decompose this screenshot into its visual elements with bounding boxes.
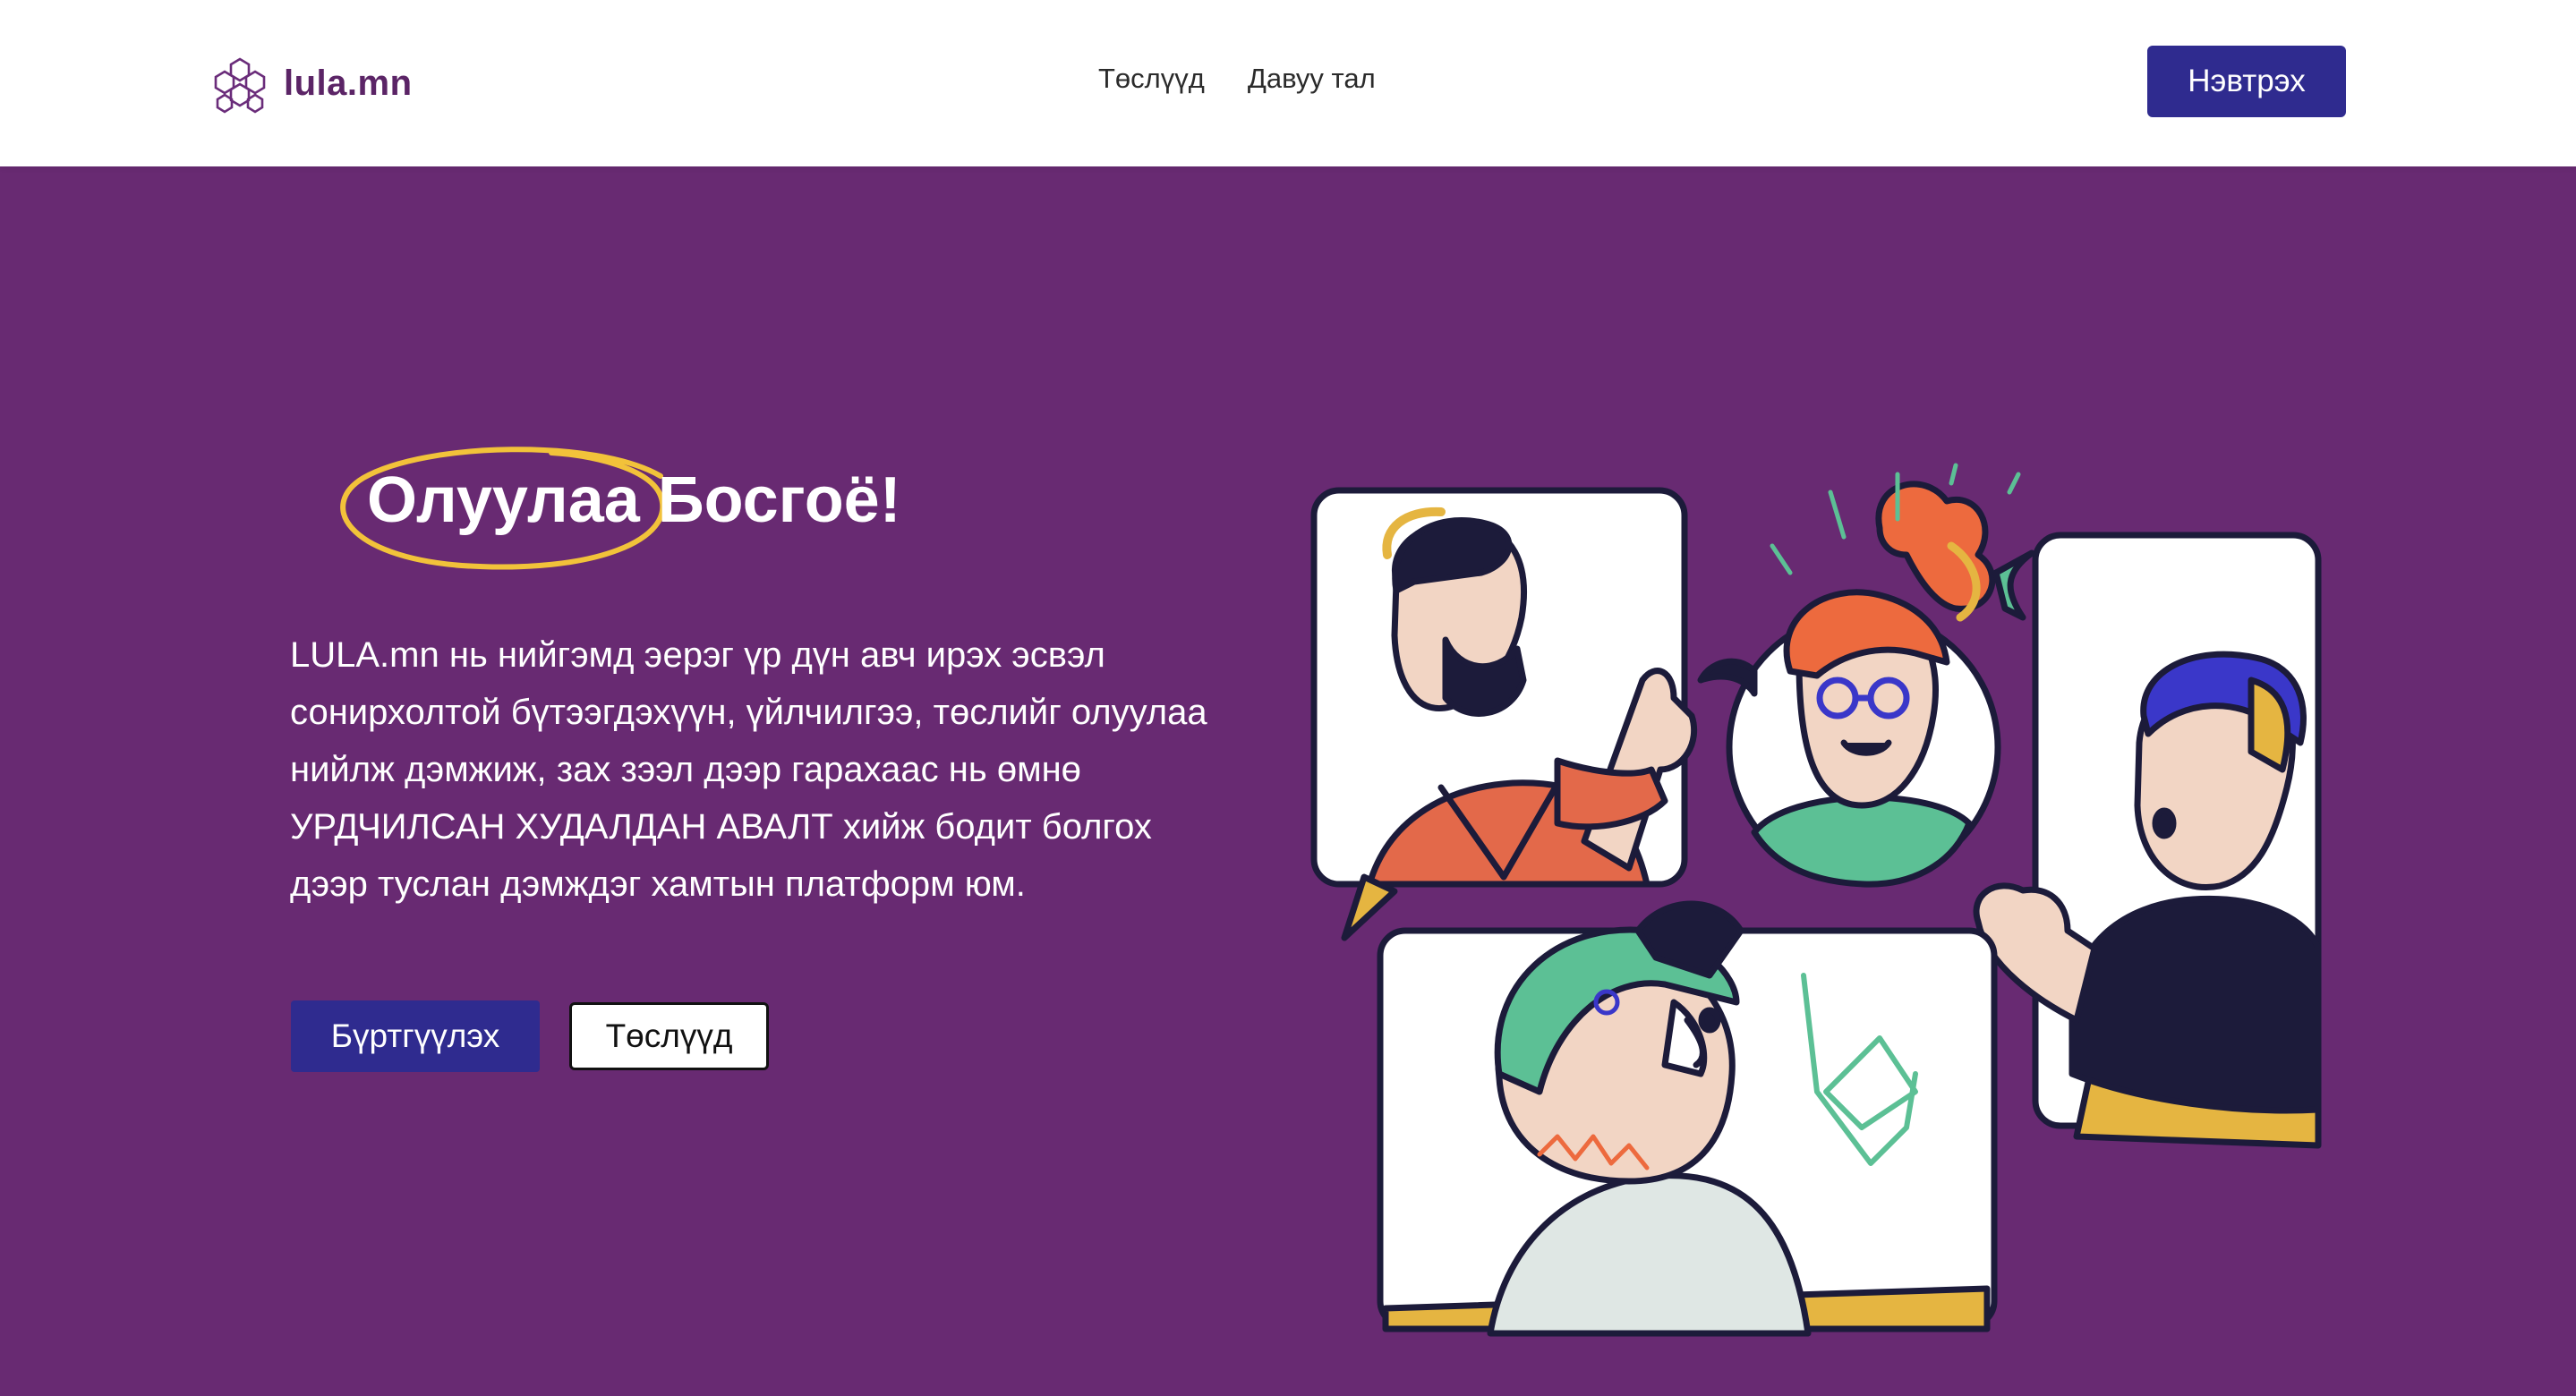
top-navbar: lula.mn Төслүүд Давуу тал Нэвтрэх: [0, 0, 2576, 166]
people-illustration: [1310, 463, 2322, 1337]
hero-description: LULA.mn нь нийгэмд эерэг үр дүн авч ирэх…: [290, 635, 1207, 904]
brand-logo[interactable]: lula.mn: [209, 52, 413, 115]
panel-blue-hair-guy: [1973, 532, 2322, 1149]
hero-title: Олуулаа Босгоё!: [367, 464, 901, 537]
main-nav: Төслүүд Давуу тал: [1098, 63, 1376, 95]
panel-green-hair-guy: [1377, 900, 1998, 1337]
hero-title-highlight: Олуулаа: [367, 464, 640, 536]
brand-name: lula.mn: [284, 63, 413, 103]
login-button[interactable]: Нэвтрэх: [2147, 46, 2346, 117]
circle-woman-glasses: [1697, 463, 2021, 888]
panel-bearded-man: [1310, 487, 1698, 941]
nav-link-projects[interactable]: Төслүүд: [1098, 63, 1205, 95]
register-button[interactable]: Бүртгүүлэх: [291, 1000, 540, 1072]
hero-title-rest: Босгоё!: [657, 464, 901, 536]
projects-button[interactable]: Төслүүд: [569, 1002, 769, 1070]
nav-link-advantages[interactable]: Давуу тал: [1248, 63, 1376, 95]
hexagon-logo-icon: [214, 57, 266, 114]
